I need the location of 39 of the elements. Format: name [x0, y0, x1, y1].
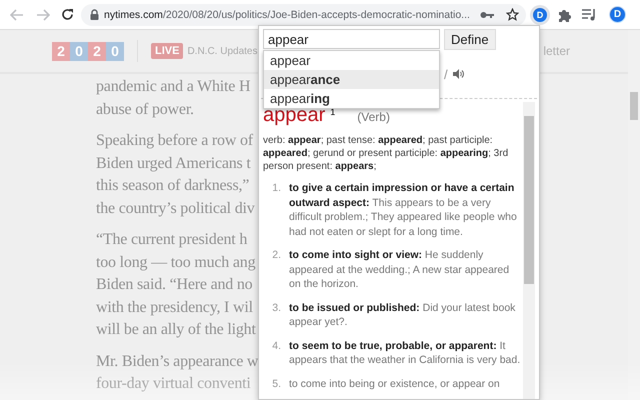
logo-digit: 2	[88, 42, 106, 60]
article-text: pandemic and a White H	[96, 77, 250, 97]
part-of-speech: (Verb)	[357, 110, 390, 124]
list-number: 1.	[271, 181, 282, 196]
article-text: with the presidency, I wil	[96, 298, 253, 318]
definition-text: to come into sight or view: He suddenly appeared at the wedding.; A new star appeared on the horizon.	[289, 248, 510, 292]
article-text: will be an ally of the light	[96, 320, 256, 340]
profile-avatar[interactable]: D	[609, 6, 626, 23]
article-text: Biden urged Americans t	[96, 154, 251, 174]
article-text: this season of darkness,”	[96, 176, 250, 196]
definition-text: to come into being or existence, or appear on	[289, 376, 501, 391]
article-text: four-day virtual conventi	[96, 374, 251, 394]
article-text: Speaking before a row of	[96, 131, 253, 151]
logo-digit: 2	[52, 42, 70, 60]
definition-text: to be issued or published: Did your latest book appear yet?.	[289, 300, 516, 330]
article-text: Mr. Biden’s appearance w	[96, 352, 258, 372]
suggestion-item[interactable]: appearing	[264, 89, 439, 108]
article-text: abuse of power.	[96, 100, 194, 120]
article-text: Biden said. “Here and no	[96, 275, 252, 295]
list-number: 5.	[271, 376, 282, 391]
definition-text: to give a certain impression or have a certain outward aspect: This appears to be a very difficult problem.; They appeared like people who had not eaten or slept for a long time.	[289, 181, 518, 239]
live-badge: LIVE	[151, 43, 184, 59]
suggestion-item[interactable]: appearance	[264, 70, 439, 89]
definition-text: to seem to be true, probable, or apparent: It appears that the weather in California is very bad.	[289, 338, 522, 368]
pronunciation-text: /	[444, 66, 448, 82]
list-number: 3.	[271, 300, 282, 316]
logo-digit: 0	[70, 42, 88, 60]
logo-digit: 0	[106, 42, 124, 60]
extension-button[interactable]: D	[530, 4, 550, 24]
sense-number: 1	[330, 107, 336, 117]
article-text: too long — too much ang	[96, 252, 256, 272]
list-number: 2.	[271, 248, 282, 263]
define-button[interactable]: Define	[444, 29, 496, 50]
article-text: “The current president h	[96, 230, 248, 250]
article-text: the country’s political div	[96, 198, 255, 218]
list-number: 4.	[271, 338, 282, 354]
suggestion-item[interactable]: appear	[264, 51, 439, 70]
search-field[interactable]: appear	[263, 29, 440, 49]
verb-forms: verb: appear; past tense: appeared; past participle: appeared; gerund or present participle: appearing; 3rd person present: appears;	[263, 134, 510, 173]
